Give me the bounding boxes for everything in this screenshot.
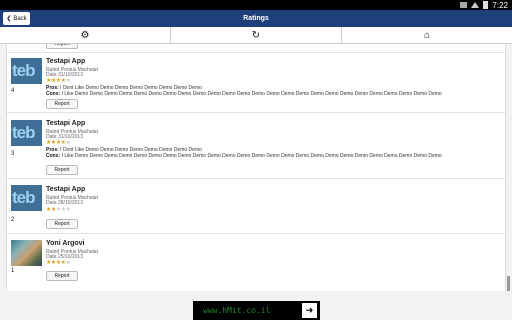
- list-item: teb 2 Testapi App Rated Pontus Machalat …: [7, 178, 505, 230]
- app-thumbnail: teb: [11, 185, 42, 211]
- app-name: Testapi App: [46, 186, 86, 193]
- bottom-area: www.hMit.co.il ➜: [0, 291, 512, 320]
- home-button[interactable]: ⌂: [342, 27, 512, 43]
- title-bar: ❮ Back Ratings: [0, 10, 512, 27]
- cons-line: Cons: I Like Demo Demo Demo Demo Demo De…: [46, 153, 442, 159]
- star-empty-icon: ★: [65, 260, 71, 266]
- ad-banner[interactable]: www.hMit.co.il ➜: [193, 301, 320, 320]
- report-button[interactable]: Report: [46, 219, 78, 229]
- rating-rank: 2: [11, 217, 15, 223]
- app-name: Testapi App: [46, 58, 86, 65]
- page-title: Ratings: [243, 15, 269, 22]
- list-item: teb 4 Testapi App Rated Pontus Machalat …: [7, 52, 505, 109]
- star-empty-icon: ★: [65, 78, 71, 84]
- star-rating: ★★★★★: [46, 260, 71, 266]
- toolbar: ⚙ ↻ ⌂: [0, 27, 512, 44]
- status-bar: 7:22: [0, 0, 512, 10]
- app-thumbnail: teb: [11, 58, 42, 84]
- arrow-right-icon[interactable]: ➜: [302, 303, 317, 318]
- rating-rank: 4: [11, 88, 15, 94]
- app-thumbnail: teb: [11, 120, 42, 146]
- report-button[interactable]: Report: [46, 99, 78, 109]
- report-button[interactable]: Report: [46, 44, 78, 49]
- status-time: 7:22: [492, 0, 508, 10]
- cons-text: I Like Demo Demo Demo Demo Demo Demo Dem…: [61, 153, 442, 159]
- app-name: Testapi App: [46, 120, 86, 127]
- rating-date: Date 28/10/2013: [46, 200, 83, 206]
- gear-icon: ⚙: [80, 29, 90, 41]
- refresh-icon: ↻: [251, 29, 261, 41]
- rating-rank: 1: [11, 268, 15, 274]
- cons-text: I Like Demo Demo Demo Demo Demo Demo Dem…: [61, 91, 442, 97]
- report-button[interactable]: Report: [46, 271, 78, 281]
- ratings-list: Report teb 4 Testapi App Rated Pontus Ma…: [6, 44, 506, 291]
- notification-icon: [460, 2, 468, 8]
- refresh-button[interactable]: ↻: [171, 27, 342, 43]
- wifi-icon: [471, 2, 480, 8]
- home-icon: ⌂: [423, 29, 431, 41]
- star-rating: ★★★★★: [46, 140, 71, 146]
- ad-text: www.hMit.co.il: [203, 306, 271, 315]
- star-empty-icon: ★: [65, 140, 71, 146]
- report-button[interactable]: Report: [46, 165, 78, 175]
- app-name: Yoni Argovi: [46, 240, 85, 247]
- settings-button[interactable]: ⚙: [0, 27, 171, 43]
- list-item: teb 3 Testapi App Rated Pontus Machalat …: [7, 112, 505, 164]
- cons-label: Cons:: [46, 91, 61, 97]
- list-item: 1 Yoni Argovi Rated Pontus Machalat Date…: [7, 233, 505, 285]
- cons-line: Cons: I Like Demo Demo Demo Demo Demo De…: [46, 91, 442, 97]
- status-icons: 7:22: [460, 0, 508, 10]
- app-thumbnail: [11, 240, 42, 266]
- star-rating: ★★★★★: [46, 78, 71, 84]
- rating-rank: 3: [11, 151, 15, 157]
- cons-label: Cons:: [46, 153, 61, 159]
- battery-icon: [483, 1, 489, 9]
- star-empty-icon: ★: [65, 207, 71, 213]
- star-rating: ★★★★★: [46, 207, 71, 213]
